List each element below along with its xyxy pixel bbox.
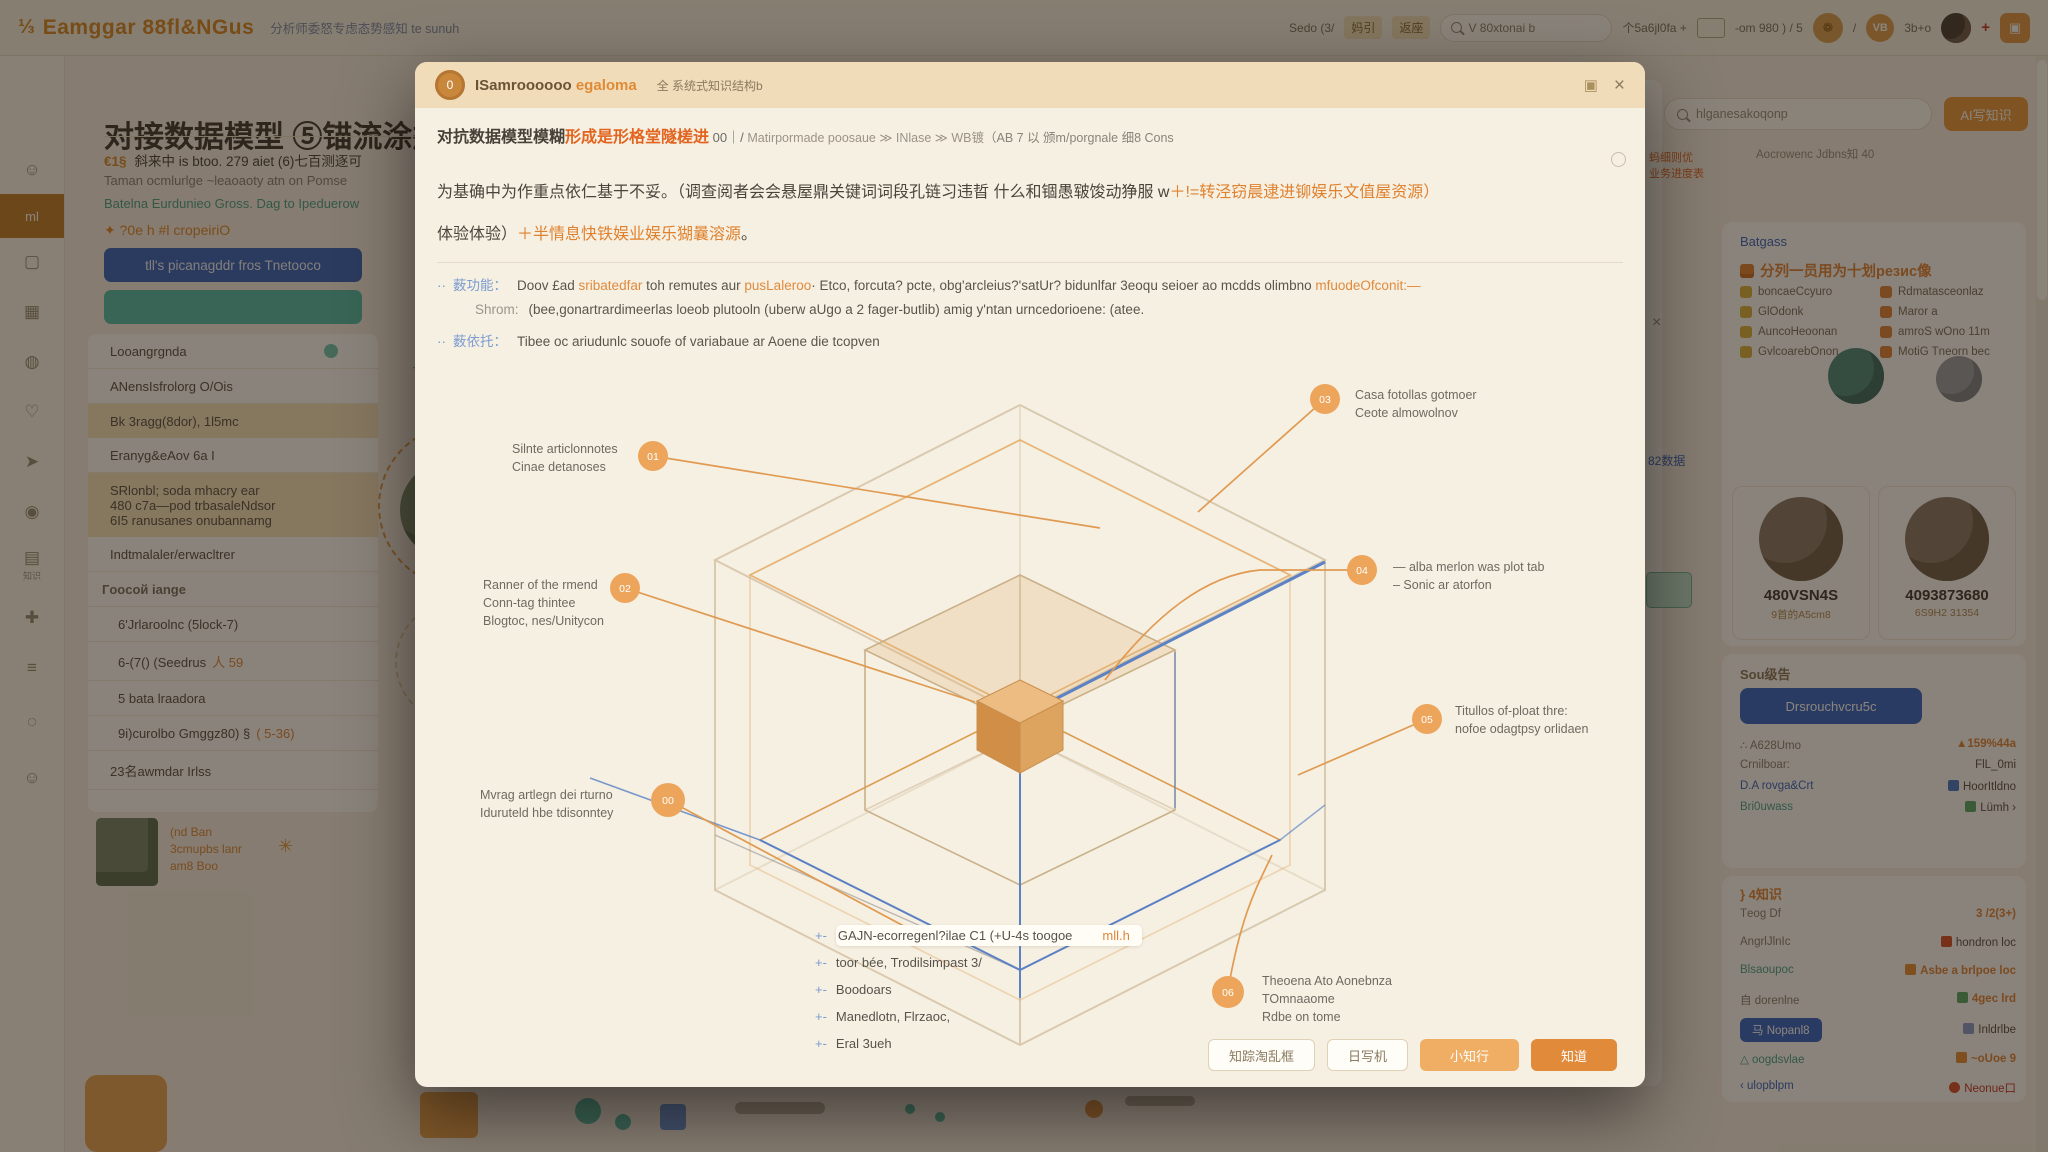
close-icon[interactable]: ×: [1614, 76, 1625, 95]
heading-orange: 形成是形格堂隧槎进: [565, 129, 709, 146]
export-button[interactable]: 小知行: [1420, 1039, 1519, 1071]
line3-orange: ＋半情息快铁娱业娱乐猢曩溶源: [517, 226, 741, 243]
diagram-label-5: Titullos of-ploat thre:nofoe odagtpsy or…: [1455, 702, 1588, 738]
marker-6-label: 06: [1222, 987, 1234, 999]
bullet-label: 薮功能：: [453, 278, 507, 293]
marker-5-label: 05: [1421, 714, 1433, 726]
bullet-source: ·· 薮依托： Tibee oc ariudunlc souofe of varia…: [437, 330, 1627, 350]
plus-list-item: +-toor bée, Trodilsimpast 3/: [815, 949, 1142, 976]
confirm-button[interactable]: 知道: [1531, 1039, 1617, 1071]
marker-2-label: 02: [619, 583, 631, 595]
dialog-title-highlight: egaloma: [576, 77, 637, 94]
dialog-footer: 知踪淘乱框 日写机 小知行 知道: [1208, 1039, 1617, 1071]
bullet-link[interactable]: sribatedfar: [579, 278, 643, 293]
heading-breadcrumb[interactable]: Matirpormade poosaue ≫ INlase ≫ WB镀: [747, 131, 984, 145]
plus-list-item: +-Boodoars: [815, 976, 1142, 1003]
bullet-text: · Etco, forcuta? pcte, obg'arcleius?'sat…: [811, 278, 1315, 293]
plus-list-item: +-GAJN-ecorregenl?ilae C1 (+U-4s toogoem…: [815, 922, 1142, 949]
dialog-badge-icon: 0: [435, 70, 465, 100]
secondary-button-2[interactable]: 日写机: [1327, 1039, 1408, 1071]
dialog-line3: 体验体验）＋半情息快铁娱业娱乐猢曩溶源。: [437, 220, 1617, 244]
panel-icon[interactable]: ▣: [1584, 76, 1598, 94]
bullet-shrom: Shrom: (bee,gonartrardimeerlas loeob plut…: [475, 302, 1645, 317]
marker-0-label: 00: [662, 795, 674, 807]
divider: [437, 262, 1623, 263]
dialog-paragraph: 为基确中为作重点依仁基于不妥。（调查阅者会会悬屋鼎关键词词段孔链习违晢 什么和锢…: [437, 180, 1617, 206]
knowledge-dialog: 0 ISamroooooo egaloma 全 系统式知识结构b ▣ × 对抗数…: [415, 62, 1645, 1087]
diagram-label-4: — alba merlon was plot tab– Sonic ar ato…: [1393, 558, 1544, 594]
heading-tail: （AB 7 以 颁m/porgnale 细8 Cons: [984, 131, 1174, 145]
plus-list-item: +-Eral 3ueh: [815, 1030, 1142, 1057]
diagram-label-2: Ranner of the rmendConn-tag thinteeBlogt…: [483, 576, 604, 630]
diagram-label-0: Mvrag artlegn dei rturnoIduruteld hbe td…: [480, 786, 613, 822]
bullet-link[interactable]: mfuodeOfconit:—: [1315, 278, 1420, 293]
marker-3-label: 03: [1319, 394, 1331, 406]
paragraph-dark: 为基确中为作重点依仁基于不妥。（调查阅者会会悬屋鼎关键词词段孔链习违晢 什么和锢…: [437, 184, 1169, 201]
line3-period: 。: [741, 226, 757, 243]
bullet-prefix: ··: [437, 334, 446, 349]
highlighted-item[interactable]: GAJN-ecorregenl?ilae C1 (+U-4s toogoemll…: [836, 925, 1142, 946]
diagram-label-6: Theoena Ato AonebnzaTOmnaaomeRdbe on tom…: [1262, 972, 1392, 1026]
diagram-label-3: Casa fotollas gotmoerCeote almowolnov: [1355, 386, 1477, 422]
heading-sep: 00｜/: [709, 130, 747, 145]
bullet-label: 薮依托：: [453, 334, 507, 349]
heading-dark: 对抗数据模型模糊: [437, 129, 565, 146]
line3-dark: 体验体验）: [437, 226, 517, 243]
paragraph-orange: ＋!=转泾窃晨逮进铆娱乐文值屋资源）: [1169, 184, 1439, 201]
plus-list-item: +-Manedlotn, Flrzaoc,: [815, 1003, 1142, 1030]
dialog-heading: 对抗数据模型模糊形成是形格堂隧槎进 00｜/ Matirpormade poos…: [437, 126, 1617, 150]
radio-circle-icon[interactable]: [1611, 152, 1626, 167]
bullet-text: (bee,gonartrardimeerlas loeob plutooln (…: [529, 302, 1145, 317]
secondary-button-1[interactable]: 知踪淘乱框: [1208, 1039, 1315, 1071]
dialog-title-text: ISamroooooo: [475, 77, 576, 94]
dialog-header: 0 ISamroooooo egaloma 全 系统式知识结构b ▣ ×: [415, 62, 1645, 108]
marker-1-label: 01: [647, 451, 659, 463]
bullet-text: toh remutes aur: [642, 278, 744, 293]
bullet-link[interactable]: pusLaleroo: [744, 278, 811, 293]
marker-4-label: 04: [1356, 565, 1368, 577]
bullet-text: Tibee oc ariudunlc souofe of variabaue a…: [517, 334, 880, 349]
bullet-label: Shrom:: [475, 302, 519, 317]
diagram-plus-list: +-GAJN-ecorregenl?ilae C1 (+U-4s toogoem…: [815, 922, 1142, 1057]
dialog-title: ISamroooooo egaloma: [475, 77, 637, 94]
bullet-text: Doov £ad: [517, 278, 579, 293]
bullet-feature: ·· 薮功能： Doov £ad sribatedfar toh remutes a…: [437, 274, 1627, 294]
dialog-subtitle: 全 系统式知识结构b: [657, 77, 763, 94]
bullet-prefix: ··: [437, 278, 446, 293]
diagram-label-1: Silnte articlonnotesCinae detanoses: [512, 440, 618, 476]
